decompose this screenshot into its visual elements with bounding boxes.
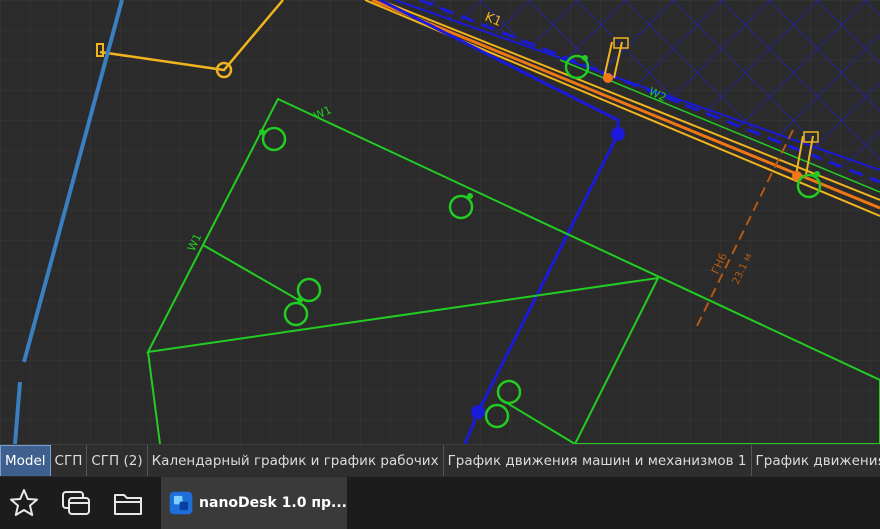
layout-tabs: Model СГП СГП (2) Календарный график и граф…	[0, 444, 880, 477]
layout-tab[interactable]: Model	[0, 445, 51, 477]
nanodesk-taskbar-button[interactable]: nanoDesk 1.0 пр...	[161, 477, 347, 529]
orange-node	[603, 73, 613, 83]
layout-tab[interactable]: СГП	[51, 445, 88, 477]
layout-tab[interactable]: Календарный график и график рабочих	[148, 445, 444, 477]
app-label: nanoDesk 1.0 пр...	[199, 495, 347, 511]
layout-tab[interactable]: График движения	[752, 445, 880, 477]
drawing-canvas[interactable]: W1 W1 W2 K1 ГН6 23.1 м	[0, 0, 880, 444]
windows-icon[interactable]	[60, 487, 92, 519]
star-icon[interactable]	[8, 487, 40, 519]
taskbar: nanoDesk 1.0 пр...	[0, 476, 880, 529]
folder-icon[interactable]	[112, 487, 144, 519]
cad-drawing: W1 W1 W2 K1 ГН6 23.1 м	[0, 0, 880, 444]
layout-tab[interactable]: График движения машин и механизмов 1	[444, 445, 752, 477]
nanodesk-logo-icon	[169, 491, 193, 515]
layout-tab[interactable]: СГП (2)	[87, 445, 148, 477]
